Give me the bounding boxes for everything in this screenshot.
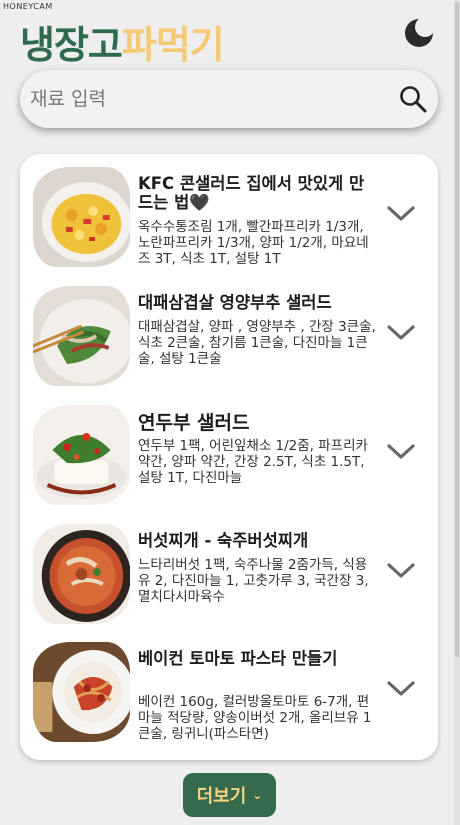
recipe-title: KFC 콘샐러드 집에서 맛있게 만드는 법🖤 [138,174,365,212]
recipe-ingredients: 베이컨 160g, 컬러방울토마토 6-7개, 편마늘 적당량, 양송이버섯 2… [138,694,372,742]
chevron-down-icon [387,206,415,221]
search-input[interactable] [30,78,390,120]
page-scrollbar[interactable] [454,0,460,825]
expand-button[interactable] [386,679,416,699]
recipe-thumbnail [33,524,130,624]
watermark: HONEYCAM [3,2,53,11]
recipe-item[interactable]: KFC 콘샐러드 집에서 맛있게 만드는 법🖤 옥수수통조림 1개, 빨간파프리… [20,156,438,274]
app-logo[interactable]: 냉장고파먹기 [20,14,225,69]
recipe-thumbnail [33,405,130,505]
recipe-item[interactable]: 버섯찌개 - 숙주버섯찌개 느타리버섯 1팩, 숙주나물 2줌가득, 식용유 2… [20,513,438,631]
recipe-thumbnail [33,642,130,742]
recipe-item[interactable]: 연두부 샐러드 연두부 1팩, 어린잎채소 1/2줌, 파프리카 약간, 양파 … [20,394,438,512]
logo-part2: 파먹기 [121,23,225,67]
scrollbar-thumb[interactable] [455,2,459,657]
chevron-down-icon: ⌄ [252,788,263,802]
theme-toggle-button[interactable] [402,16,436,50]
recipe-ingredients: 대패삼겹살, 양파 , 영양부추 , 간장 3큰술, 식초 2큰술, 참기름 1… [138,319,376,367]
expand-button[interactable] [386,442,416,462]
recipe-ingredients: 느타리버섯 1팩, 숙주나물 2줌가득, 식용유 2, 다진마늘 1, 고춧가루… [138,557,369,605]
chevron-down-icon [387,681,415,696]
recipe-title: 베이컨 토마토 파스타 만들기 [138,649,338,668]
recipe-title: 대패삼겹살 영양부추 샐러드 [138,293,332,312]
expand-button[interactable] [386,561,416,581]
chevron-down-icon [387,325,415,340]
recipe-ingredients: 옥수수통조림 1개, 빨간파프리카 1/3개, 노란파프리카 1/3개, 양파 … [138,219,369,267]
chevron-down-icon [387,563,415,578]
recipe-title: 버섯찌개 - 숙주버섯찌개 [138,531,309,550]
recipe-thumbnail [33,167,130,267]
expand-button[interactable] [386,323,416,343]
chevron-down-icon [387,444,415,459]
recipe-ingredients: 연두부 1팩, 어린잎채소 1/2줌, 파프리카 약간, 양파 약간, 간장 2… [138,438,368,486]
recipe-item[interactable]: 베이컨 토마토 파스타 만들기 베이컨 160g, 컬러방울토마토 6-7개, … [20,631,438,749]
header: 냉장고파먹기 [20,14,440,67]
search-bar [20,70,438,128]
recipe-item[interactable]: 대패삼겹살 영양부추 샐러드 대패삼겹살, 양파 , 영양부추 , 간장 3큰술… [20,275,438,393]
recipe-title: 연두부 샐러드 [138,412,250,434]
search-icon [400,86,427,113]
expand-button[interactable] [386,204,416,224]
moon-icon [405,17,435,47]
recipe-list: KFC 콘샐러드 집에서 맛있게 만드는 법🖤 옥수수통조림 1개, 빨간파프리… [20,154,438,760]
load-more-label: 더보기 [196,786,247,807]
recipe-thumbnail [33,286,130,386]
load-more-button[interactable]: 더보기 ⌄ [183,773,276,817]
logo-part1: 냉장고 [20,23,123,67]
search-button[interactable] [398,84,428,114]
